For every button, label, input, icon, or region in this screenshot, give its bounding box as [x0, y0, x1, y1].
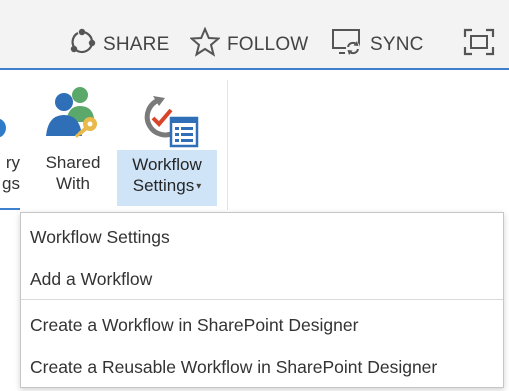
star-icon: [188, 26, 222, 63]
sharepoint-ribbon-screen: SHARE FOLLOW SYNC ry gs Shared With Work…: [0, 0, 509, 391]
sync-button[interactable]: SYNC: [331, 28, 424, 62]
menu-item-create-reusable-workflow-spd[interactable]: Create a Reusable Workflow in SharePoint…: [21, 347, 503, 387]
sync-label: SYNC: [370, 34, 424, 55]
menu-divider: [21, 299, 503, 300]
gear-icon: [0, 94, 12, 149]
top-command-bar: SHARE FOLLOW SYNC: [0, 0, 509, 70]
menu-item-add-workflow[interactable]: Add a Workflow: [21, 259, 503, 299]
chevron-down-icon: ▾: [196, 181, 202, 193]
menu-item-workflow-settings[interactable]: Workflow Settings: [21, 217, 503, 257]
menu-item-create-workflow-spd[interactable]: Create a Workflow in SharePoint Designer: [21, 305, 503, 345]
focus-frame-icon: [463, 28, 495, 62]
share-icon: [68, 28, 96, 62]
ribbon-group-separator: [227, 80, 228, 210]
shared-with-label: Shared With: [45, 153, 101, 193]
library-settings-button-partial[interactable]: ry gs: [0, 72, 24, 207]
sync-icon: [331, 27, 363, 63]
follow-label: FOLLOW: [227, 34, 309, 55]
workflow-settings-icon[interactable]: [139, 92, 203, 152]
tab-underline: [0, 208, 20, 210]
shared-with-button[interactable]: Shared With: [38, 72, 108, 207]
share-label: SHARE: [103, 34, 170, 55]
partial-label: ry gs: [2, 153, 20, 193]
follow-button[interactable]: FOLLOW: [188, 26, 309, 63]
users-key-icon: [42, 82, 104, 144]
workflow-settings-menu: Workflow Settings Add a Workflow Create …: [20, 212, 504, 388]
ribbon-group: ry gs Shared With Workflow Settings ▾: [0, 72, 509, 212]
focus-on-content-button[interactable]: [461, 28, 497, 62]
workflow-settings-button[interactable]: Workflow Settings ▾: [117, 150, 217, 206]
share-button[interactable]: SHARE: [68, 28, 169, 62]
workflow-settings-label: Workflow Settings ▾: [117, 154, 217, 197]
